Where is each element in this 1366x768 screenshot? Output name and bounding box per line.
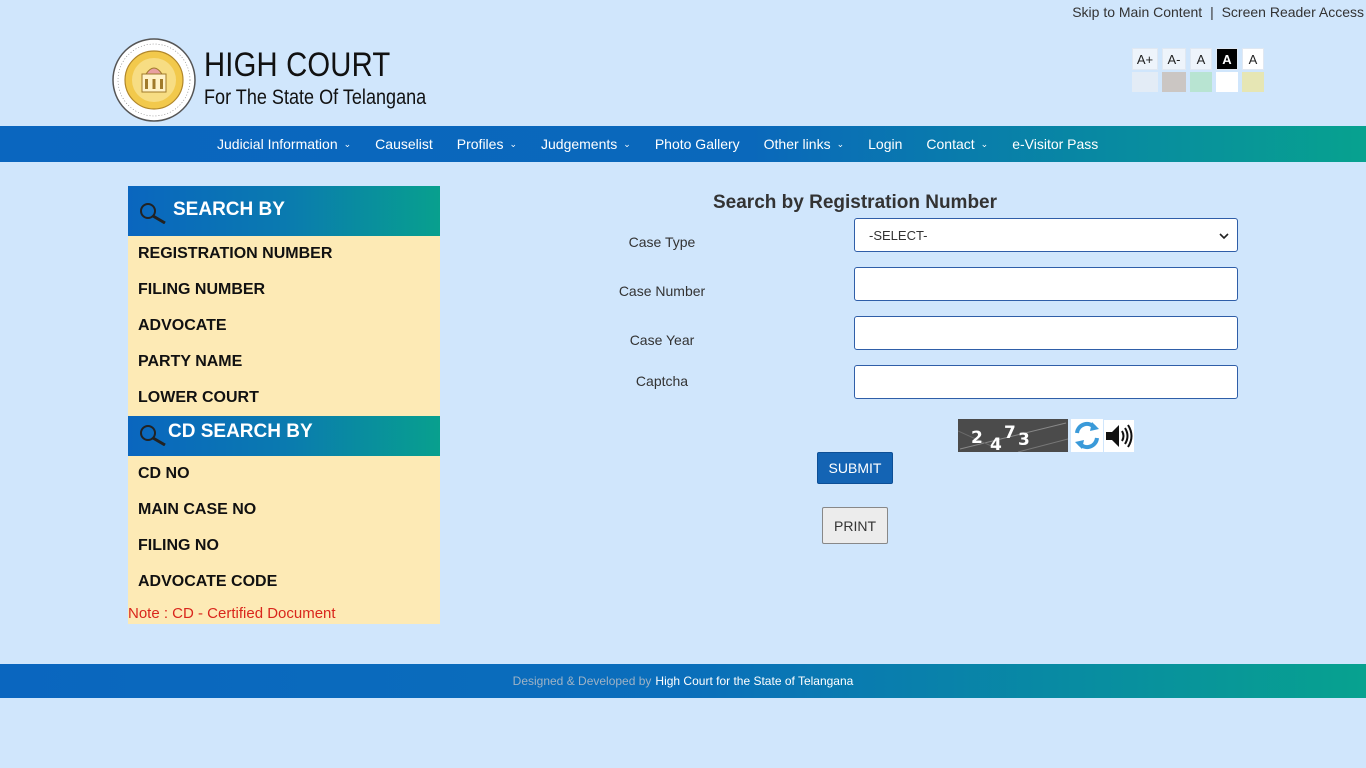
search-sidebar: SEARCH BY REGISTRATION NUMBER FILING NUM… <box>128 186 440 624</box>
chevron-down-icon: ⌄ <box>836 138 845 149</box>
captcha-input[interactable] <box>854 365 1238 399</box>
cd-search-by-heading: CD SEARCH BY <box>128 416 440 456</box>
screen-reader-link[interactable]: Screen Reader Access <box>1222 4 1364 20</box>
main-navbar: Judicial Information ⌄ Causelist Profiles… <box>0 126 1366 162</box>
theme-swatch-mint[interactable] <box>1190 72 1212 92</box>
nav-label: e-Visitor Pass <box>1012 136 1099 152</box>
form-title: Search by Registration Number <box>713 192 998 213</box>
nav-contact[interactable]: Contact ⌄ <box>926 136 988 152</box>
magnifier-icon <box>138 202 168 229</box>
submit-button[interactable]: SUBMIT <box>817 452 893 484</box>
search-party-name[interactable]: PARTY NAME <box>128 344 440 380</box>
skip-to-main-link[interactable]: Skip to Main Content <box>1072 4 1202 20</box>
chevron-down-icon: ⌄ <box>343 138 352 149</box>
cd-search-advocate-code[interactable]: ADVOCATE CODE <box>128 564 440 600</box>
search-filing-number[interactable]: FILING NUMBER <box>128 272 440 308</box>
magnifier-icon <box>138 424 168 451</box>
high-court-emblem-logo[interactable] <box>112 38 196 122</box>
captcha-image: 2 4 7 3 <box>958 419 1068 452</box>
nav-label: Causelist <box>375 136 433 152</box>
top-links: Skip to Main Content | Screen Reader Acc… <box>1072 4 1364 20</box>
nav-label: Photo Gallery <box>654 136 740 152</box>
captcha-char: 7 <box>1004 423 1016 443</box>
theme-swatch-white[interactable] <box>1216 72 1238 92</box>
footer: Designed & Developed by High Court for t… <box>0 664 1366 698</box>
captcha-char: 2 <box>971 428 983 448</box>
case-type-label: Case Type <box>628 234 696 250</box>
search-lower-court[interactable]: LOWER COURT <box>128 380 440 416</box>
chevron-down-icon: ⌄ <box>509 138 517 149</box>
case-year-input[interactable] <box>854 316 1238 350</box>
cd-search-by-title: CD SEARCH BY <box>168 421 313 442</box>
nav-causelist[interactable]: Causelist <box>375 136 433 152</box>
search-by-heading: SEARCH BY <box>128 186 440 236</box>
high-contrast-button[interactable]: A <box>1216 48 1238 70</box>
nav-photo-gallery[interactable]: Photo Gallery <box>655 136 740 152</box>
nav-label: Profiles <box>456 136 504 152</box>
normal-contrast-button[interactable]: A <box>1242 48 1264 70</box>
case-number-input[interactable] <box>854 267 1238 301</box>
nav-label: Login <box>868 136 903 152</box>
link-separator: | <box>1210 4 1214 20</box>
footer-credit-org[interactable]: High Court for the State of Telangana <box>655 674 853 688</box>
captcha-char: 3 <box>1018 430 1030 450</box>
theme-swatch-gray[interactable] <box>1162 72 1186 92</box>
cd-search-filing-no[interactable]: FILING NO <box>128 528 440 564</box>
nav-label: Judgements <box>541 136 618 152</box>
print-button[interactable]: PRINT <box>822 507 888 544</box>
case-type-select[interactable]: -SELECT- <box>854 218 1238 252</box>
nav-label: Judicial Information <box>217 136 338 152</box>
search-registration-number[interactable]: REGISTRATION NUMBER <box>128 236 440 272</box>
theme-swatch-lightblue[interactable] <box>1132 72 1158 92</box>
accessibility-controls: A+ A- A A A <box>1132 48 1264 92</box>
cd-search-main-case-no[interactable]: MAIN CASE NO <box>128 492 440 528</box>
theme-swatch-yellow[interactable] <box>1242 72 1264 92</box>
site-subtitle: For The State Of Telangana <box>204 86 427 109</box>
case-year-label: Case Year <box>629 332 695 348</box>
footer-credit-prefix: Designed & Developed by <box>512 674 652 688</box>
chevron-down-icon <box>1219 228 1229 243</box>
refresh-captcha-icon[interactable] <box>1071 419 1103 452</box>
captcha-label: Captcha <box>635 373 689 389</box>
captcha-char: 4 <box>990 435 1002 452</box>
nav-login[interactable]: Login <box>868 136 902 152</box>
cd-search-cd-no[interactable]: CD NO <box>128 456 440 492</box>
audio-captcha-icon[interactable] <box>1104 420 1134 452</box>
nav-other-links[interactable]: Other links ⌄ <box>764 136 844 152</box>
case-number-label: Case Number <box>618 283 706 299</box>
nav-e-visitor-pass[interactable]: e-Visitor Pass <box>1012 136 1098 152</box>
site-title: HIGH COURT <box>204 46 391 84</box>
decrease-font-button[interactable]: A- <box>1162 48 1186 70</box>
search-advocate[interactable]: ADVOCATE <box>128 308 440 344</box>
case-type-selected-value: -SELECT- <box>869 227 928 243</box>
normal-font-button[interactable]: A <box>1190 48 1212 70</box>
increase-font-button[interactable]: A+ <box>1132 48 1158 70</box>
cd-note: Note : CD - Certified Document <box>128 605 336 622</box>
nav-label: Other links <box>763 136 831 152</box>
chevron-down-icon: ⌄ <box>980 138 989 149</box>
search-by-title: SEARCH BY <box>173 199 285 220</box>
nav-judgements[interactable]: Judgements ⌄ <box>541 136 631 152</box>
chevron-down-icon: ⌄ <box>623 138 631 149</box>
nav-judicial-information[interactable]: Judicial Information ⌄ <box>217 136 351 152</box>
nav-profiles[interactable]: Profiles ⌄ <box>457 136 517 152</box>
nav-label: Contact <box>926 136 975 152</box>
